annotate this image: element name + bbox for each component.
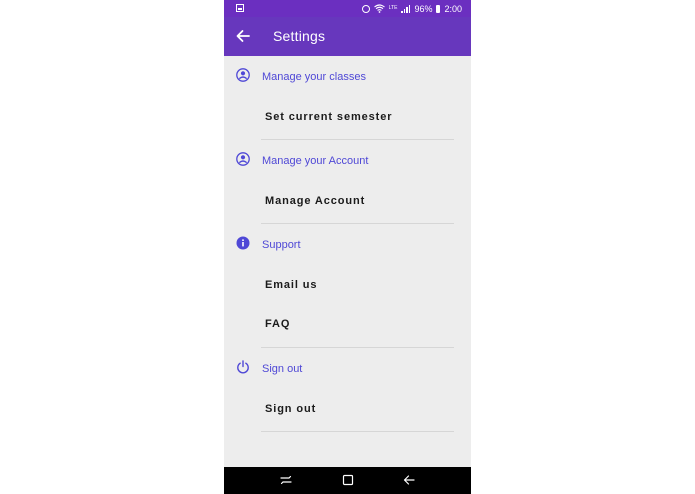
back-icon[interactable] [402,473,416,487]
arrow-left-icon[interactable] [234,27,252,45]
clock: 2:00 [444,3,462,14]
account-circle-icon [236,68,250,82]
section-header: Manage your classes [224,56,471,98]
list-item-label: Set current semester [265,111,393,123]
list-item-label: Email us [265,279,318,291]
battery-percent: 96% [414,3,433,14]
list-item-label: Manage Account [265,195,366,207]
gallery-icon [236,4,244,12]
info-icon [236,236,250,250]
section-header: Support [224,224,471,266]
list-item-label: FAQ [265,318,291,330]
alarm-icon [361,4,370,13]
list-item-sign-out[interactable]: Sign out [224,390,471,431]
recents-icon[interactable] [279,473,293,487]
battery-icon [436,4,441,13]
list-item-email-us[interactable]: Email us [224,266,471,307]
page-title: Settings [273,28,326,44]
section-support: Support Email us FAQ [224,224,471,348]
status-bar: LTE 96% 2:00 [224,0,471,17]
divider [261,431,454,432]
list-item-set-current-semester[interactable]: Set current semester [224,98,471,139]
account-circle-icon [236,152,250,166]
section-header: Sign out [224,348,471,390]
section-manage-classes: Manage your classes Set current semester [224,56,471,140]
network-type: LTE [388,5,398,11]
app-bar: Settings [224,17,471,56]
wifi-icon [373,4,385,13]
settings-list: Manage your classes Set current semester… [224,56,471,432]
section-manage-account: Manage your Account Manage Account [224,140,471,224]
section-title: Manage your Account [262,155,369,167]
section-sign-out: Sign out Sign out [224,348,471,432]
power-icon [237,360,249,374]
signal-icon [401,4,411,13]
list-item-label: Sign out [265,403,317,415]
section-title: Support [262,239,301,251]
section-header: Manage your Account [224,140,471,182]
phone-screen: LTE 96% 2:00 Settings Manage your classe… [224,0,471,494]
system-nav-bar [224,467,471,494]
section-title: Manage your classes [262,71,366,83]
status-bar-right: LTE 96% 2:00 [361,0,462,17]
home-icon[interactable] [341,473,355,487]
list-item-manage-account[interactable]: Manage Account [224,182,471,223]
section-title: Sign out [262,363,303,375]
list-item-faq[interactable]: FAQ [224,307,471,347]
